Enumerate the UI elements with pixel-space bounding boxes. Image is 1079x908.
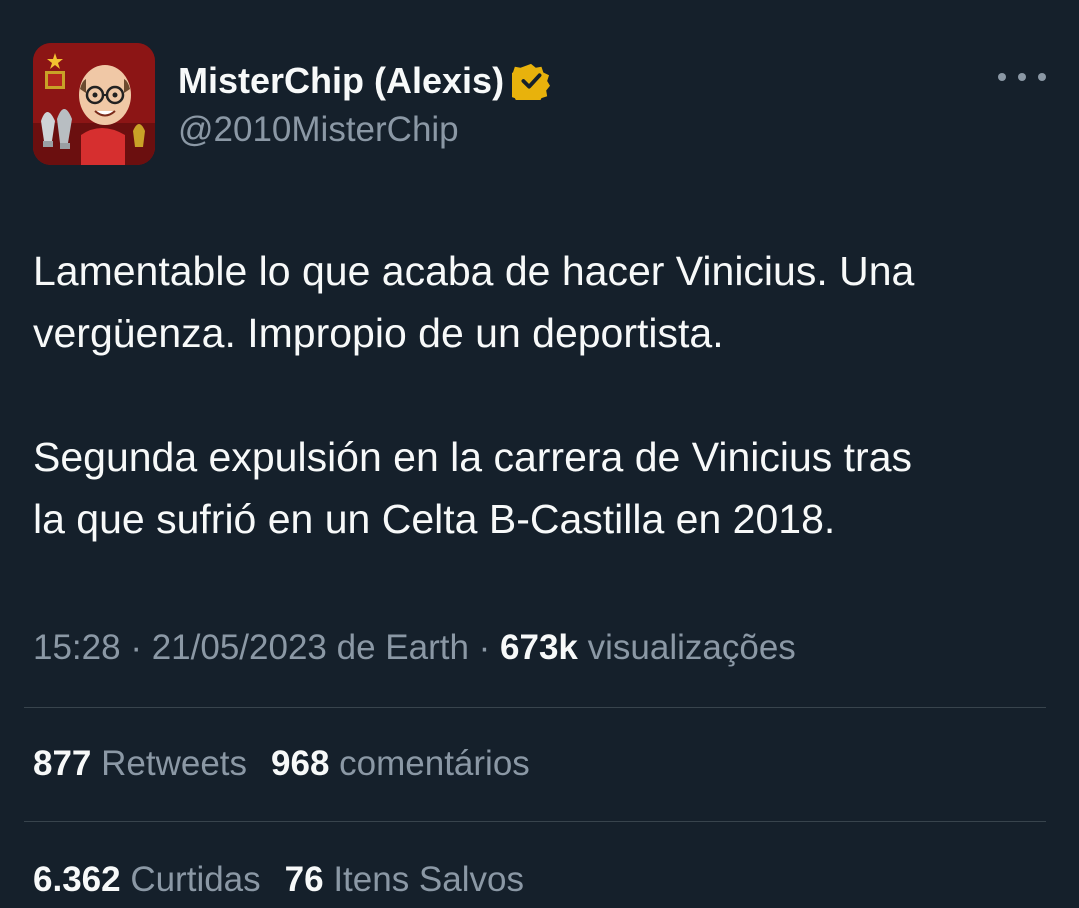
display-name-row[interactable]: MisterChip (Alexis) [178,60,551,102]
tweet-line: la que sufrió en un Celta B-Castilla en … [33,496,836,542]
verified-badge-icon [512,63,551,100]
meta-separator: · [468,628,501,667]
views-count: 673k [500,628,578,667]
divider [24,707,1046,708]
comments-count: 968 [271,744,330,783]
saves-label: Itens Salvos [323,860,524,899]
display-name[interactable]: MisterChip (Alexis) [178,60,504,102]
tweet-line: Segunda expulsión en la carrera de Vinic… [33,434,912,480]
caricature-avatar-icon [33,43,155,165]
engagement-row-1: 877 Retweets 968 comentários [33,744,530,784]
likes-stat[interactable]: 6.362 Curtidas [33,860,261,899]
likes-count: 6.362 [33,860,121,899]
tweet-line: Lamentable lo que acaba de hacer Viniciu… [33,248,915,294]
views-label: visualizações [577,628,796,667]
retweets-label: Retweets [91,744,248,783]
comments-stat[interactable]: 968 comentários [271,744,530,783]
tweet-date-source[interactable]: 21/05/2023 de Earth [152,628,469,667]
dot [1038,73,1046,81]
user-handle[interactable]: @2010MisterChip [178,110,459,150]
tweet-line: vergüenza. Impropio de un deportista. [33,310,724,356]
tweet-text: Lamentable lo que acaba de hacer Viniciu… [33,240,1053,550]
saves-count: 76 [284,860,324,899]
retweets-count: 877 [33,744,92,783]
saves-stat[interactable]: 76 Itens Salvos [285,860,524,899]
more-options-icon[interactable] [998,62,1046,92]
dot [998,73,1006,81]
tweet-meta: 15:28 · 21/05/2023 de Earth · 673k visua… [33,628,796,668]
meta-separator: · [120,628,152,667]
comments-label: comentários [329,744,530,783]
engagement-row-2: 6.362 Curtidas 76 Itens Salvos [33,860,524,900]
tweet-time[interactable]: 15:28 [33,628,121,667]
divider [24,821,1046,822]
avatar[interactable] [33,43,155,165]
likes-label: Curtidas [120,860,261,899]
retweets-stat[interactable]: 877 Retweets [33,744,247,783]
dot [1018,73,1026,81]
